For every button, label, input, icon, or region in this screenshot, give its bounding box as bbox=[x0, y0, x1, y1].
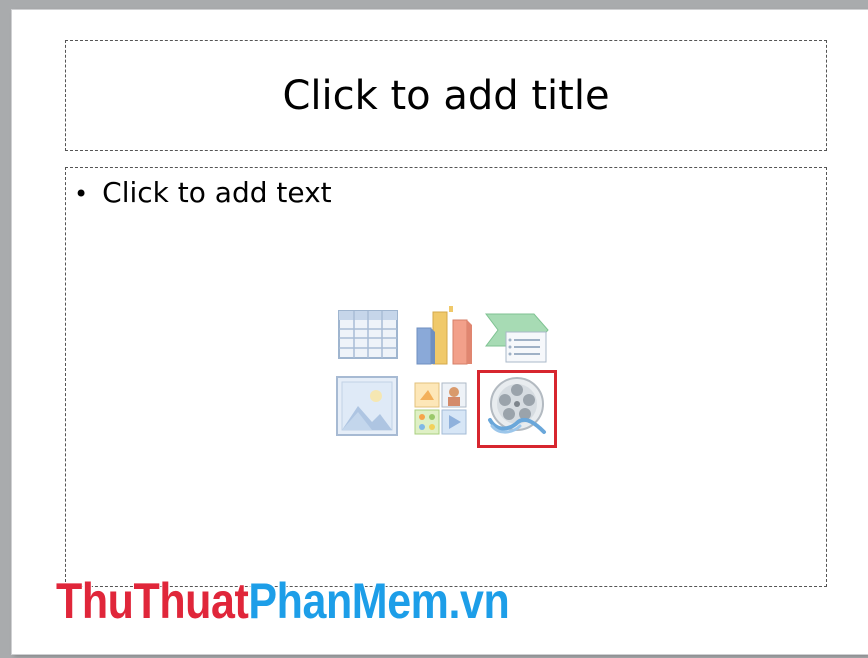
insert-clip-art-icon[interactable] bbox=[414, 382, 470, 438]
insert-picture-icon[interactable] bbox=[336, 376, 398, 436]
slide-canvas: Click to add title • Click to add text T… bbox=[12, 10, 868, 654]
content-placeholder-text: Click to add text bbox=[102, 176, 332, 209]
watermark-logo: ThuThuatPhanMem.vn bbox=[56, 572, 510, 630]
title-placeholder[interactable]: Click to add title bbox=[65, 40, 827, 151]
insert-chart-icon[interactable] bbox=[414, 306, 476, 366]
content-placeholder[interactable]: • Click to add text bbox=[65, 167, 827, 587]
watermark-part-blue: PhanMem.vn bbox=[248, 573, 510, 629]
content-bullet-line: • Click to add text bbox=[74, 176, 332, 209]
insert-smartart-icon[interactable] bbox=[484, 312, 552, 364]
bullet-marker: • bbox=[74, 180, 89, 208]
watermark-part-red: ThuThuat bbox=[56, 573, 249, 629]
insert-table-icon[interactable] bbox=[338, 308, 400, 362]
title-placeholder-text: Click to add title bbox=[282, 72, 610, 119]
media-clip-highlight-frame bbox=[477, 370, 557, 448]
